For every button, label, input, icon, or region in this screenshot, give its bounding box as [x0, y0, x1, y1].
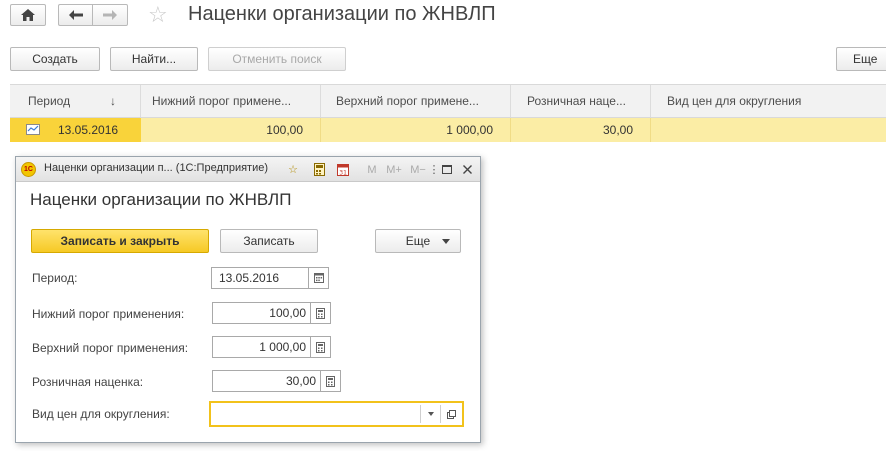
period-calendar-button[interactable] — [309, 267, 329, 289]
dialog-caption: Наценки организации п... (1С:Предприятие… — [44, 162, 269, 174]
markup-calculator-button[interactable] — [321, 370, 341, 392]
column-header-period[interactable]: Период ↓ — [10, 85, 141, 117]
period-field[interactable]: 13.05.2016 — [211, 267, 309, 289]
dropdown-arrow-icon — [428, 412, 434, 416]
column-header-upper[interactable]: Верхний порог примене... — [321, 85, 511, 117]
app-logo-icon: 1С — [21, 162, 36, 177]
calculator-icon — [316, 341, 325, 353]
calculator-icon — [316, 307, 325, 319]
page-title: Наценки организации по ЖНВЛП — [188, 3, 496, 25]
forward-button[interactable] — [92, 4, 128, 26]
table-row[interactable]: 13.05.2016 100,00 1 000,00 30,00 — [10, 118, 886, 142]
dialog-title: Наценки организации по ЖНВЛП — [30, 190, 292, 209]
more-button[interactable]: Еще — [836, 47, 886, 71]
home-button[interactable] — [10, 4, 46, 26]
calendar-icon — [313, 273, 324, 283]
price-type-open-button[interactable] — [440, 405, 461, 423]
cancel-search-button[interactable]: Отменить поиск — [208, 47, 346, 71]
more-menu-icon[interactable]: ⋮ — [429, 162, 440, 177]
arrow-right-icon — [103, 10, 117, 20]
save-and-close-button[interactable]: Записать и закрыть — [31, 229, 209, 253]
save-button[interactable]: Записать — [220, 229, 318, 253]
price-type-dropdown-button[interactable] — [420, 405, 441, 423]
retail-markup-label: Розничная наценка: — [32, 375, 144, 389]
favorite-star-icon[interactable]: ☆ — [286, 162, 300, 177]
arrow-left-icon — [68, 10, 83, 20]
back-button[interactable] — [58, 4, 92, 26]
record-dialog: 1С Наценки организации п... (1С:Предприя… — [15, 156, 481, 443]
memory-m-button[interactable]: M — [366, 162, 378, 177]
memory-minus-button[interactable]: M− — [408, 162, 428, 177]
maximize-icon[interactable] — [440, 162, 454, 177]
upper-threshold-field[interactable]: 1 000,00 — [212, 336, 311, 358]
lower-threshold-label: Нижний порог применения: — [32, 307, 185, 321]
svg-text:31: 31 — [339, 170, 347, 177]
dialog-more-button[interactable]: Еще — [375, 229, 461, 253]
column-header-lower[interactable]: Нижний порог примене... — [141, 85, 321, 117]
home-icon — [21, 9, 35, 21]
row-price-type-cell — [651, 118, 886, 142]
calendar-icon[interactable]: 31 — [336, 162, 350, 177]
lower-calculator-button[interactable] — [311, 302, 331, 324]
memory-plus-button[interactable]: M+ — [384, 162, 404, 177]
sort-arrow-icon: ↓ — [110, 94, 116, 108]
calculator-icon[interactable] — [312, 162, 326, 177]
upper-calculator-button[interactable] — [311, 336, 331, 358]
column-header-markup[interactable]: Розничная наце... — [511, 85, 651, 117]
row-period-cell: 13.05.2016 — [10, 118, 141, 142]
row-upper-cell: 1 000,00 — [321, 118, 511, 142]
column-header-price-type[interactable]: Вид цен для округления — [651, 85, 886, 117]
row-markup-cell: 30,00 — [511, 118, 651, 142]
create-button[interactable]: Создать — [10, 47, 100, 71]
price-type-label: Вид цен для округления: — [32, 407, 170, 421]
find-button[interactable]: Найти... — [110, 47, 198, 71]
close-icon[interactable] — [460, 162, 474, 177]
dropdown-arrow-icon — [442, 239, 450, 244]
record-icon — [26, 124, 40, 135]
period-label: Период: — [32, 271, 78, 285]
table-header: Период ↓ Нижний порог примене... Верхний… — [10, 84, 886, 118]
upper-threshold-label: Верхний порог применения: — [32, 341, 189, 355]
retail-markup-field[interactable]: 30,00 — [212, 370, 321, 392]
dialog-titlebar[interactable]: 1С Наценки организации п... (1С:Предприя… — [16, 157, 480, 182]
favorite-star-icon[interactable]: ☆ — [148, 2, 168, 28]
lower-threshold-field[interactable]: 100,00 — [212, 302, 311, 324]
row-lower-cell: 100,00 — [141, 118, 321, 142]
open-form-icon — [446, 409, 456, 419]
calculator-icon — [326, 375, 335, 387]
